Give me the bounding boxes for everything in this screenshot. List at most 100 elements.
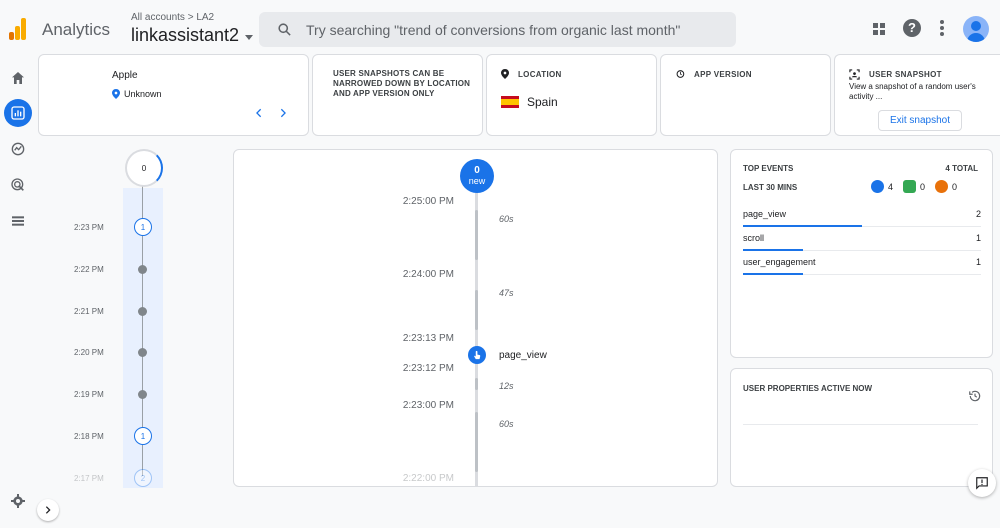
stream-time: 2:23:00 PM xyxy=(402,400,454,411)
chevron-left-icon[interactable] xyxy=(254,107,264,119)
stream-duration: 12s xyxy=(499,381,514,391)
gear-icon[interactable] xyxy=(4,487,32,515)
app-name: Analytics xyxy=(42,20,111,39)
top-event-row[interactable]: scroll 1 xyxy=(743,229,981,251)
top-event-bar xyxy=(743,273,803,275)
snapshot-icon xyxy=(849,69,860,80)
top-header: Analytics All accounts > LA2 linkassista… xyxy=(0,0,1000,56)
location-value-text: Spain xyxy=(527,95,558,109)
device-name: Apple xyxy=(112,70,138,81)
top-events-total: 4 TOTAL xyxy=(945,164,978,173)
device-nav xyxy=(254,107,288,119)
help-icon[interactable]: ? xyxy=(903,19,921,37)
event-stream-card: 0 new 2:25:00 PM 60s 2:24:00 PM 47s 2:23… xyxy=(233,149,718,487)
device-card: Apple Unknown xyxy=(38,54,309,136)
history-icon[interactable] xyxy=(968,389,982,403)
location-pin-icon xyxy=(112,89,120,99)
expand-nav-button[interactable] xyxy=(37,499,59,521)
chevron-right-icon[interactable] xyxy=(278,107,288,119)
current-minute-counter[interactable]: 0 xyxy=(125,149,163,187)
reports-icon[interactable] xyxy=(4,99,32,127)
location-value: Spain xyxy=(501,95,558,109)
minute-label: 2:19 PM xyxy=(74,390,104,399)
top-event-count: 2 xyxy=(975,209,981,219)
user-snapshot-card: USER SNAPSHOT View a snapshot of a rando… xyxy=(834,54,1000,136)
minute-dot[interactable] xyxy=(138,348,147,357)
error-count: 0 xyxy=(952,181,958,192)
top-event-name: scroll xyxy=(743,233,765,243)
location-card[interactable]: LOCATION Spain xyxy=(486,54,657,136)
top-event-bar xyxy=(743,225,862,227)
location-label-text: LOCATION xyxy=(518,69,562,79)
new-events-count: 0 xyxy=(474,165,480,176)
advertising-icon[interactable] xyxy=(4,171,32,199)
stream-duration: 60s xyxy=(499,419,514,429)
top-event-name: page_view xyxy=(743,209,787,219)
stream-time: 2:22:00 PM xyxy=(402,473,454,484)
search-icon xyxy=(278,23,291,36)
stream-duration: 60s xyxy=(499,214,514,224)
top-event-row[interactable]: page_view 2 xyxy=(743,205,981,227)
stream-duration: 47s xyxy=(499,288,514,298)
stream-time: 2:23:12 PM xyxy=(402,363,454,374)
user-properties-title: USER PROPERTIES ACTIVE NOW xyxy=(743,384,873,393)
stream-time: 2:25:00 PM xyxy=(402,196,454,207)
event-type-counts: 4 0 0 xyxy=(871,180,957,193)
minute-count-circle[interactable]: 1 xyxy=(134,427,152,445)
event-name[interactable]: page_view xyxy=(499,350,547,361)
spain-flag-icon xyxy=(501,96,519,108)
avatar[interactable] xyxy=(963,16,989,42)
app-version-label: APP VERSION xyxy=(675,69,752,79)
top-event-count: 1 xyxy=(975,257,981,267)
location-label: LOCATION xyxy=(501,69,562,79)
top-event-row[interactable]: user_engagement 1 xyxy=(743,253,981,275)
page-view-event-icon[interactable] xyxy=(468,346,486,364)
search-input[interactable]: Try searching "trend of conversions from… xyxy=(306,22,680,38)
exit-snapshot-button[interactable]: Exit snapshot xyxy=(878,110,962,131)
minute-dot[interactable] xyxy=(138,307,147,316)
minute-count-circle[interactable]: 1 xyxy=(134,218,152,236)
stream-time: 2:23:13 PM xyxy=(402,333,454,344)
app-version-label-text: APP VERSION xyxy=(694,69,752,79)
history-icon xyxy=(676,70,685,78)
minute-label: 2:21 PM xyxy=(74,307,104,316)
minute-label: 2:20 PM xyxy=(74,348,104,357)
property-name: linkassistant2 xyxy=(131,25,240,45)
top-events-subtitle: LAST 30 MINS xyxy=(743,183,798,192)
property-selector[interactable]: linkassistant2 xyxy=(131,25,254,46)
new-events-badge[interactable]: 0 new xyxy=(460,159,494,193)
top-event-bar xyxy=(743,249,803,251)
minute-dot[interactable] xyxy=(138,390,147,399)
search-bar[interactable]: Try searching "trend of conversions from… xyxy=(259,12,736,47)
stream-segment xyxy=(475,290,478,330)
app-version-card[interactable]: APP VERSION xyxy=(660,54,831,136)
more-vert-icon[interactable] xyxy=(940,20,944,36)
narrowing-note: USER SNAPSHOTS CAN BE NARROWED DOWN BY L… xyxy=(333,69,471,98)
user-properties-card: USER PROPERTIES ACTIVE NOW xyxy=(730,368,993,487)
top-events-title: TOP EVENTS xyxy=(743,164,794,173)
device-location: Unknown xyxy=(112,89,162,99)
apps-grid-icon[interactable] xyxy=(873,23,885,35)
minute-count-circle[interactable]: 2 xyxy=(134,469,152,487)
top-events-card: TOP EVENTS 4 TOTAL LAST 30 MINS 4 0 0 pa… xyxy=(730,149,993,358)
top-event-count: 1 xyxy=(975,233,981,243)
feedback-button[interactable] xyxy=(968,469,996,497)
minute-label: 2:18 PM xyxy=(74,432,104,441)
account-breadcrumb: All accounts > LA2 xyxy=(131,12,215,23)
home-icon[interactable] xyxy=(4,64,32,92)
minute-dot[interactable] xyxy=(138,265,147,274)
feedback-icon xyxy=(976,477,988,490)
minute-label: 2:17 PM xyxy=(74,474,104,483)
account-picker[interactable]: All accounts > LA2 linkassistant2 xyxy=(131,12,254,46)
minute-label: 2:22 PM xyxy=(74,265,104,274)
top-event-name: user_engagement xyxy=(743,257,816,267)
stream-time: 2:24:00 PM xyxy=(402,269,454,280)
new-events-label: new xyxy=(468,176,486,186)
snapshot-description: View a snapshot of a random user's activ… xyxy=(849,82,976,101)
left-nav xyxy=(0,56,36,528)
analytics-logo-icon[interactable] xyxy=(9,18,27,40)
explore-icon[interactable] xyxy=(4,135,32,163)
narrowing-note-card: USER SNAPSHOTS CAN BE NARROWED DOWN BY L… xyxy=(312,54,483,136)
list-icon[interactable] xyxy=(4,207,32,235)
divider xyxy=(743,424,978,425)
